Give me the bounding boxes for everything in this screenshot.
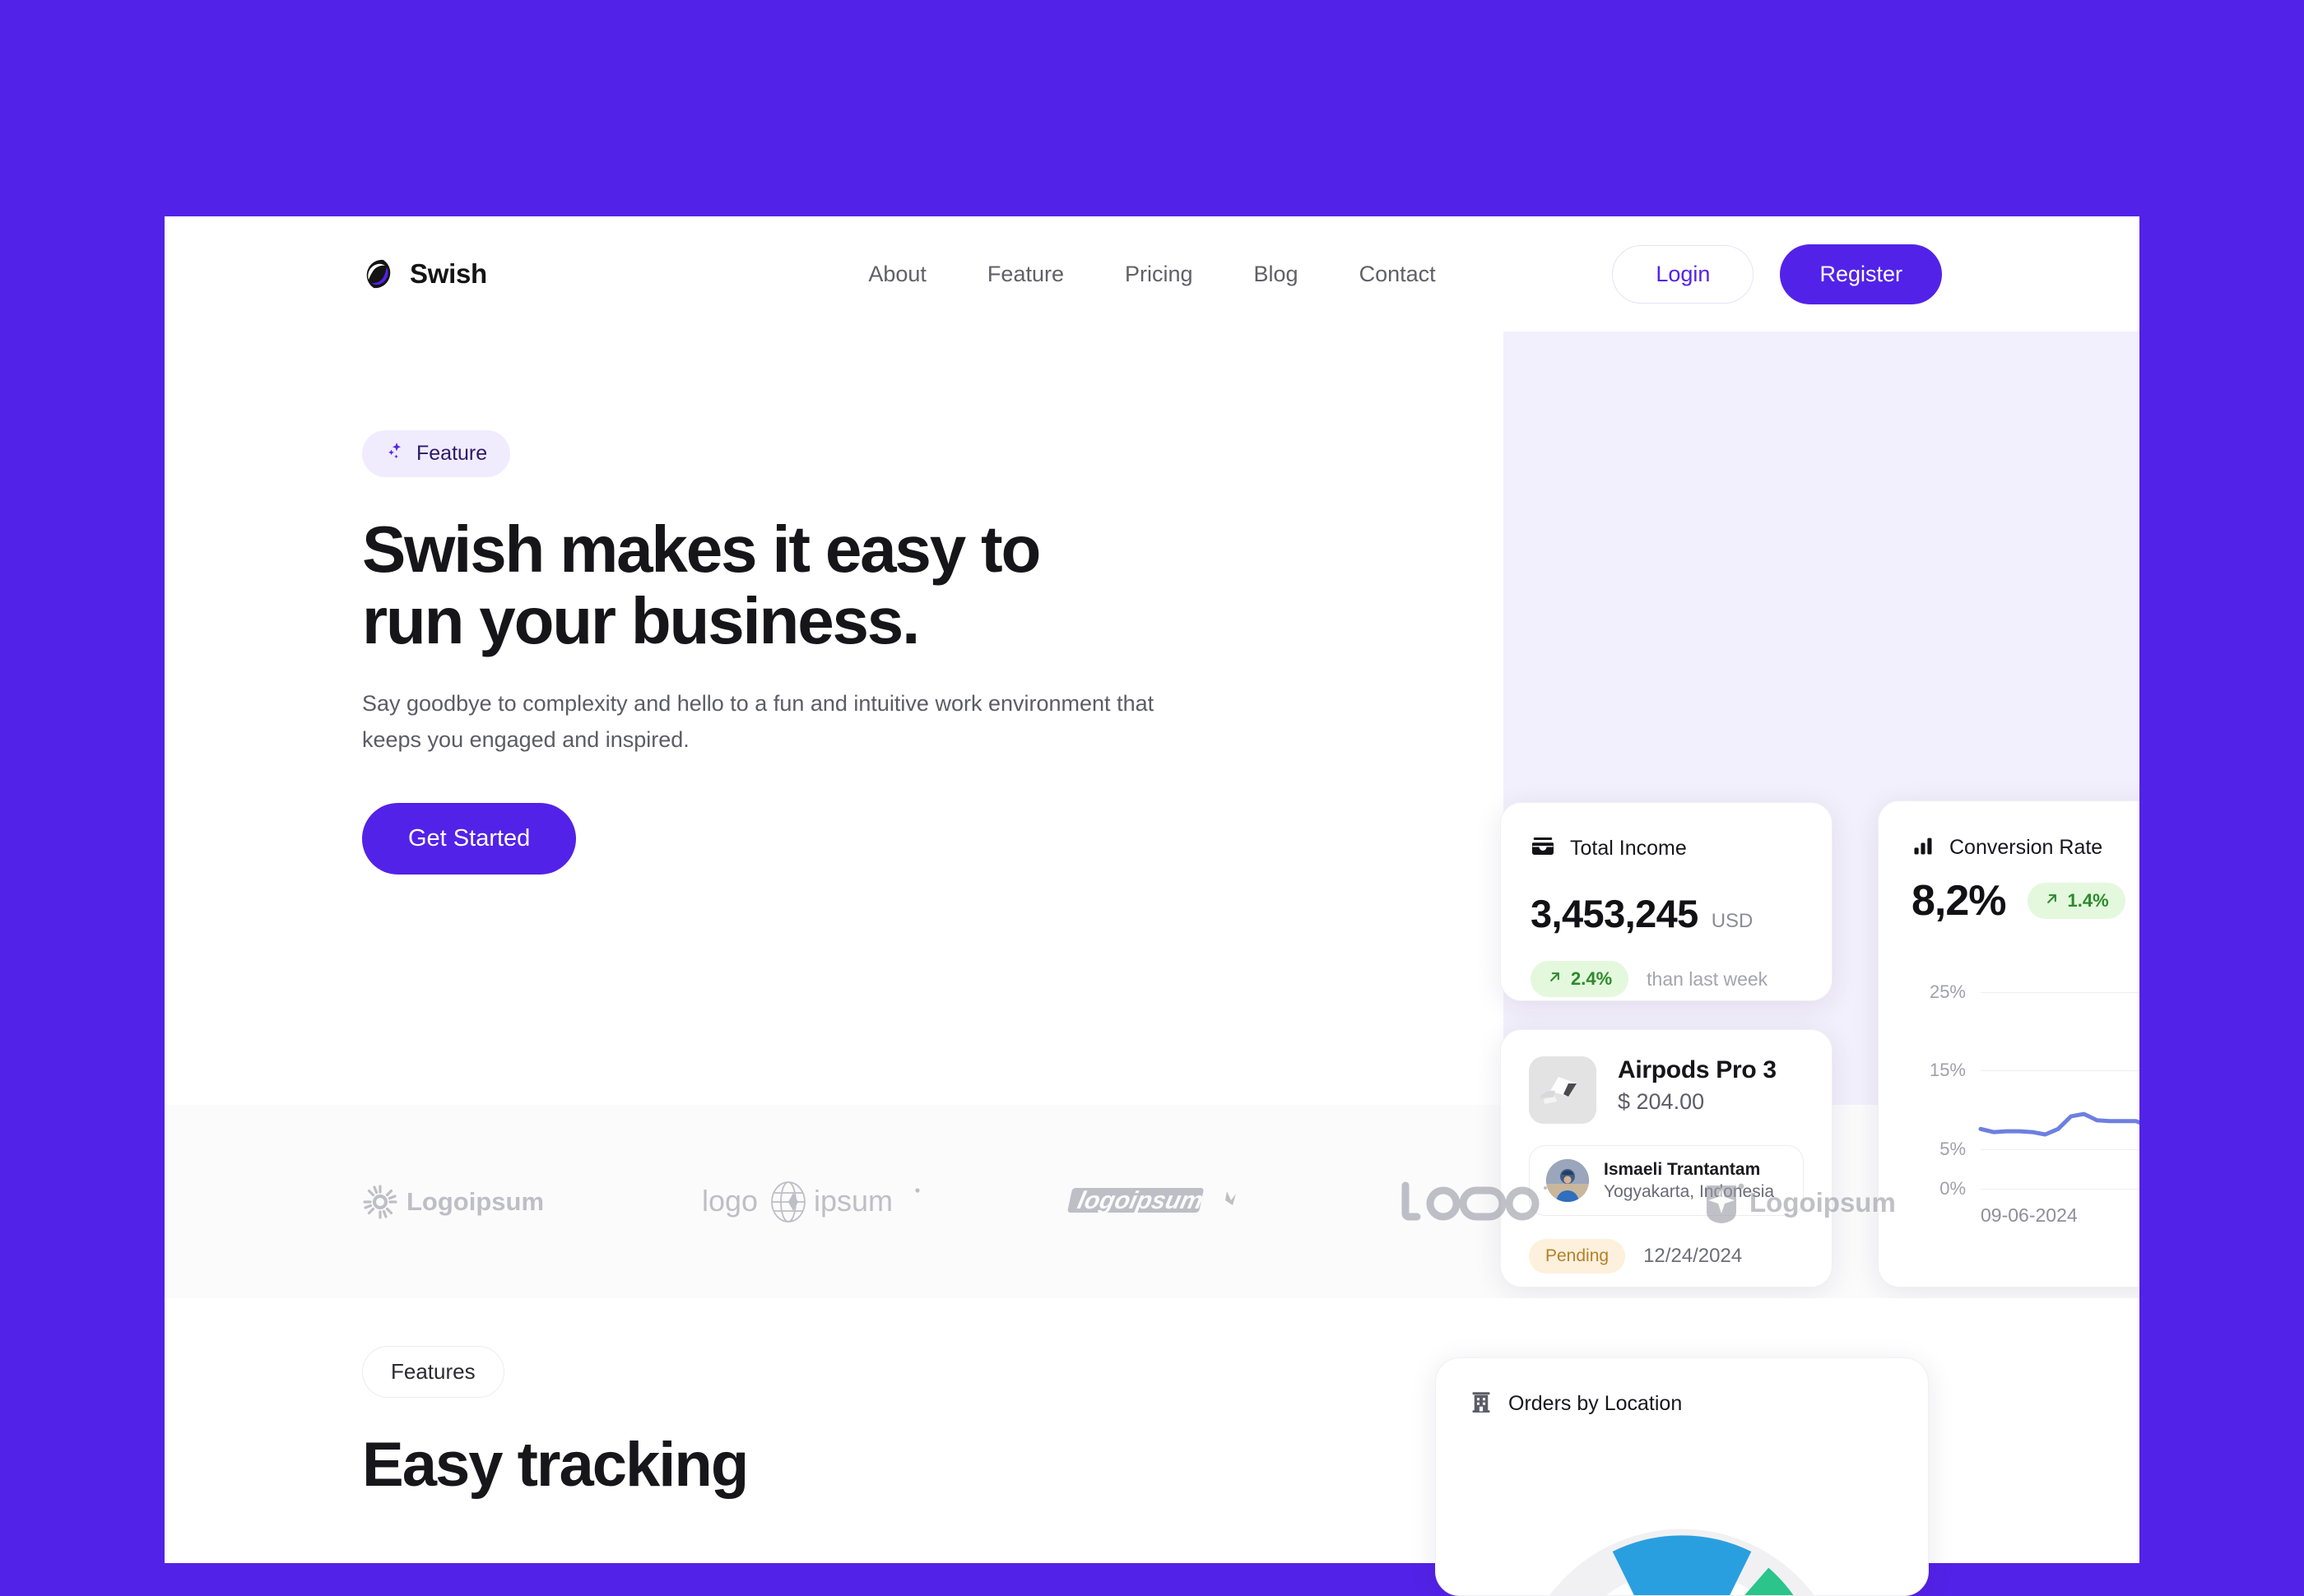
total-income-title: Total Income bbox=[1570, 837, 1687, 860]
orders-by-location-card[interactable]: Orders by Location 100k bbox=[1435, 1357, 1929, 1596]
logoipsum-shield-logo: Logoipsum bbox=[1703, 1181, 1942, 1223]
orders-by-location-title: Orders by Location bbox=[1508, 1392, 1683, 1415]
brand-name: Swish bbox=[410, 258, 487, 289]
wallet-icon bbox=[1531, 834, 1555, 863]
get-started-button[interactable]: Get Started bbox=[362, 802, 577, 875]
svg-text:Logoipsum: Logoipsum bbox=[406, 1187, 544, 1216]
orders-by-location-header: Orders by Location bbox=[1469, 1390, 1895, 1418]
hero-subtitle-line-1: Say goodbye to complexity and hello to a… bbox=[362, 691, 1111, 717]
arrow-up-right-icon bbox=[2044, 890, 2060, 912]
sparkles-icon bbox=[385, 441, 405, 466]
chart-y-tick-label: 0% bbox=[1939, 1178, 1966, 1199]
order-card[interactable]: Airpods Pro 3 $ 204.00 Ismaeli Trantanta… bbox=[1500, 1029, 1833, 1287]
chart-plot-area: 0% 5% 15% 25% bbox=[1930, 968, 2139, 1199]
logoipsum-globe-logo: logo ipsum bbox=[702, 1181, 924, 1223]
chart-gridline: 0% bbox=[1939, 1178, 2139, 1199]
nav-item-blog[interactable]: Blog bbox=[1254, 262, 1298, 287]
total-income-value: 3,453,245 bbox=[1531, 892, 1698, 935]
order-product-name: Airpods Pro 3 bbox=[1618, 1056, 1777, 1083]
total-income-delta-value: 2.4% bbox=[1571, 968, 1613, 989]
total-income-currency: USD bbox=[1711, 910, 1754, 932]
airpods-thumbnail bbox=[1529, 1056, 1596, 1124]
arrow-up-right-icon bbox=[1547, 968, 1563, 990]
conversion-rate-value-row: 8,2% 1.4% than last week bbox=[1911, 876, 2139, 926]
order-product-info: Airpods Pro 3 $ 204.00 bbox=[1618, 1056, 1777, 1115]
brand-logo[interactable]: Swish bbox=[362, 257, 487, 291]
nav-item-about[interactable]: About bbox=[868, 262, 927, 287]
hero-feature-badge[interactable]: Feature bbox=[362, 430, 511, 477]
conversion-rate-header: Conversion Rate bbox=[1911, 834, 2139, 861]
total-income-card[interactable]: Total Income 3,453,245 USD 2.4% than las… bbox=[1500, 802, 1833, 1001]
total-income-delta-badge: 2.4% bbox=[1531, 961, 1629, 997]
hero-title-line-1: Swish makes it easy to bbox=[362, 513, 1041, 586]
swish-logo-icon bbox=[362, 257, 397, 291]
conversion-rate-value: 8,2% bbox=[1911, 877, 2007, 925]
hero-title-line-2: run your business. bbox=[362, 584, 920, 658]
logoipsum-italic-logo: logoipsum bbox=[1066, 1181, 1255, 1223]
svg-text:ipsum: ipsum bbox=[814, 1184, 893, 1218]
features-title: Easy tracking bbox=[362, 1430, 749, 1500]
total-income-delta-row: 2.4% than last week bbox=[1531, 961, 1802, 997]
order-product-price: $ 204.00 bbox=[1618, 1089, 1705, 1114]
total-income-header: Total Income bbox=[1531, 834, 1802, 863]
building-icon bbox=[1469, 1390, 1493, 1418]
conversion-rate-chart: 0% 5% 15% 25% 09-06-2024 bbox=[1911, 968, 2139, 1240]
svg-text:logoipsum: logoipsum bbox=[1075, 1187, 1206, 1214]
total-income-value-row: 3,453,245 USD bbox=[1531, 891, 1802, 936]
register-button[interactable]: Register bbox=[1780, 244, 1942, 304]
hero-feature-badge-label: Feature bbox=[416, 442, 488, 465]
conversion-rate-delta-badge: 1.4% bbox=[2027, 883, 2125, 919]
order-customer-name: Ismaeli Trantantam bbox=[1604, 1159, 1761, 1179]
logoipsum-sunburst-logo: Logoipsum bbox=[362, 1183, 560, 1221]
order-footer: Pending 12/24/2024 bbox=[1529, 1239, 1804, 1274]
hero-copy: Feature Swish makes it easy to run your … bbox=[362, 430, 1201, 875]
features-copy: Features Easy tracking bbox=[362, 1346, 749, 1501]
conversion-rate-title: Conversion Rate bbox=[1949, 836, 2103, 859]
navbar: Swish About Feature Pricing Blog Contact… bbox=[165, 216, 2139, 332]
nav-item-feature[interactable]: Feature bbox=[987, 262, 1064, 287]
nav-item-contact[interactable]: Contact bbox=[1359, 262, 1436, 287]
conversion-rate-delta-value: 1.4% bbox=[2067, 890, 2109, 911]
bar-chart-icon bbox=[1911, 834, 1935, 861]
nav-links: About Feature Pricing Blog Contact bbox=[868, 262, 1435, 287]
nav-actions: Login Register bbox=[1612, 244, 1942, 304]
chart-y-tick-label: 15% bbox=[1929, 1060, 1966, 1081]
hero-section: Feature Swish makes it easy to run your … bbox=[165, 332, 2139, 1287]
orders-donut-chart: 100k bbox=[1509, 1521, 1855, 1595]
features-badge[interactable]: Features bbox=[362, 1346, 504, 1398]
login-button[interactable]: Login bbox=[1612, 244, 1754, 304]
nav-item-pricing[interactable]: Pricing bbox=[1125, 262, 1193, 287]
page-title: Swish makes it easy to run your business… bbox=[362, 513, 1201, 656]
order-product-row: Airpods Pro 3 $ 204.00 bbox=[1529, 1056, 1804, 1124]
chart-y-tick-label: 25% bbox=[1929, 981, 1966, 1002]
logo-cloud: Logoipsum logo ipsum logoipsum Logoipsum bbox=[165, 1105, 2139, 1298]
order-date: 12/24/2024 bbox=[1643, 1245, 1743, 1267]
total-income-delta-note: than last week bbox=[1647, 967, 1768, 990]
chart-y-tick-label: 5% bbox=[1939, 1139, 1966, 1160]
chart-x-tick-label: 09-06-2024 bbox=[1981, 1204, 2078, 1226]
chart-line-series bbox=[1978, 1111, 2139, 1137]
svg-text:Logoipsum: Logoipsum bbox=[1749, 1187, 1896, 1218]
logoipsum-looo-logo bbox=[1397, 1181, 1562, 1223]
hero-subtitle: Say goodbye to complexity and hello to a… bbox=[362, 686, 1185, 758]
status-badge: Pending bbox=[1529, 1239, 1626, 1274]
svg-text:logo: logo bbox=[702, 1184, 758, 1218]
